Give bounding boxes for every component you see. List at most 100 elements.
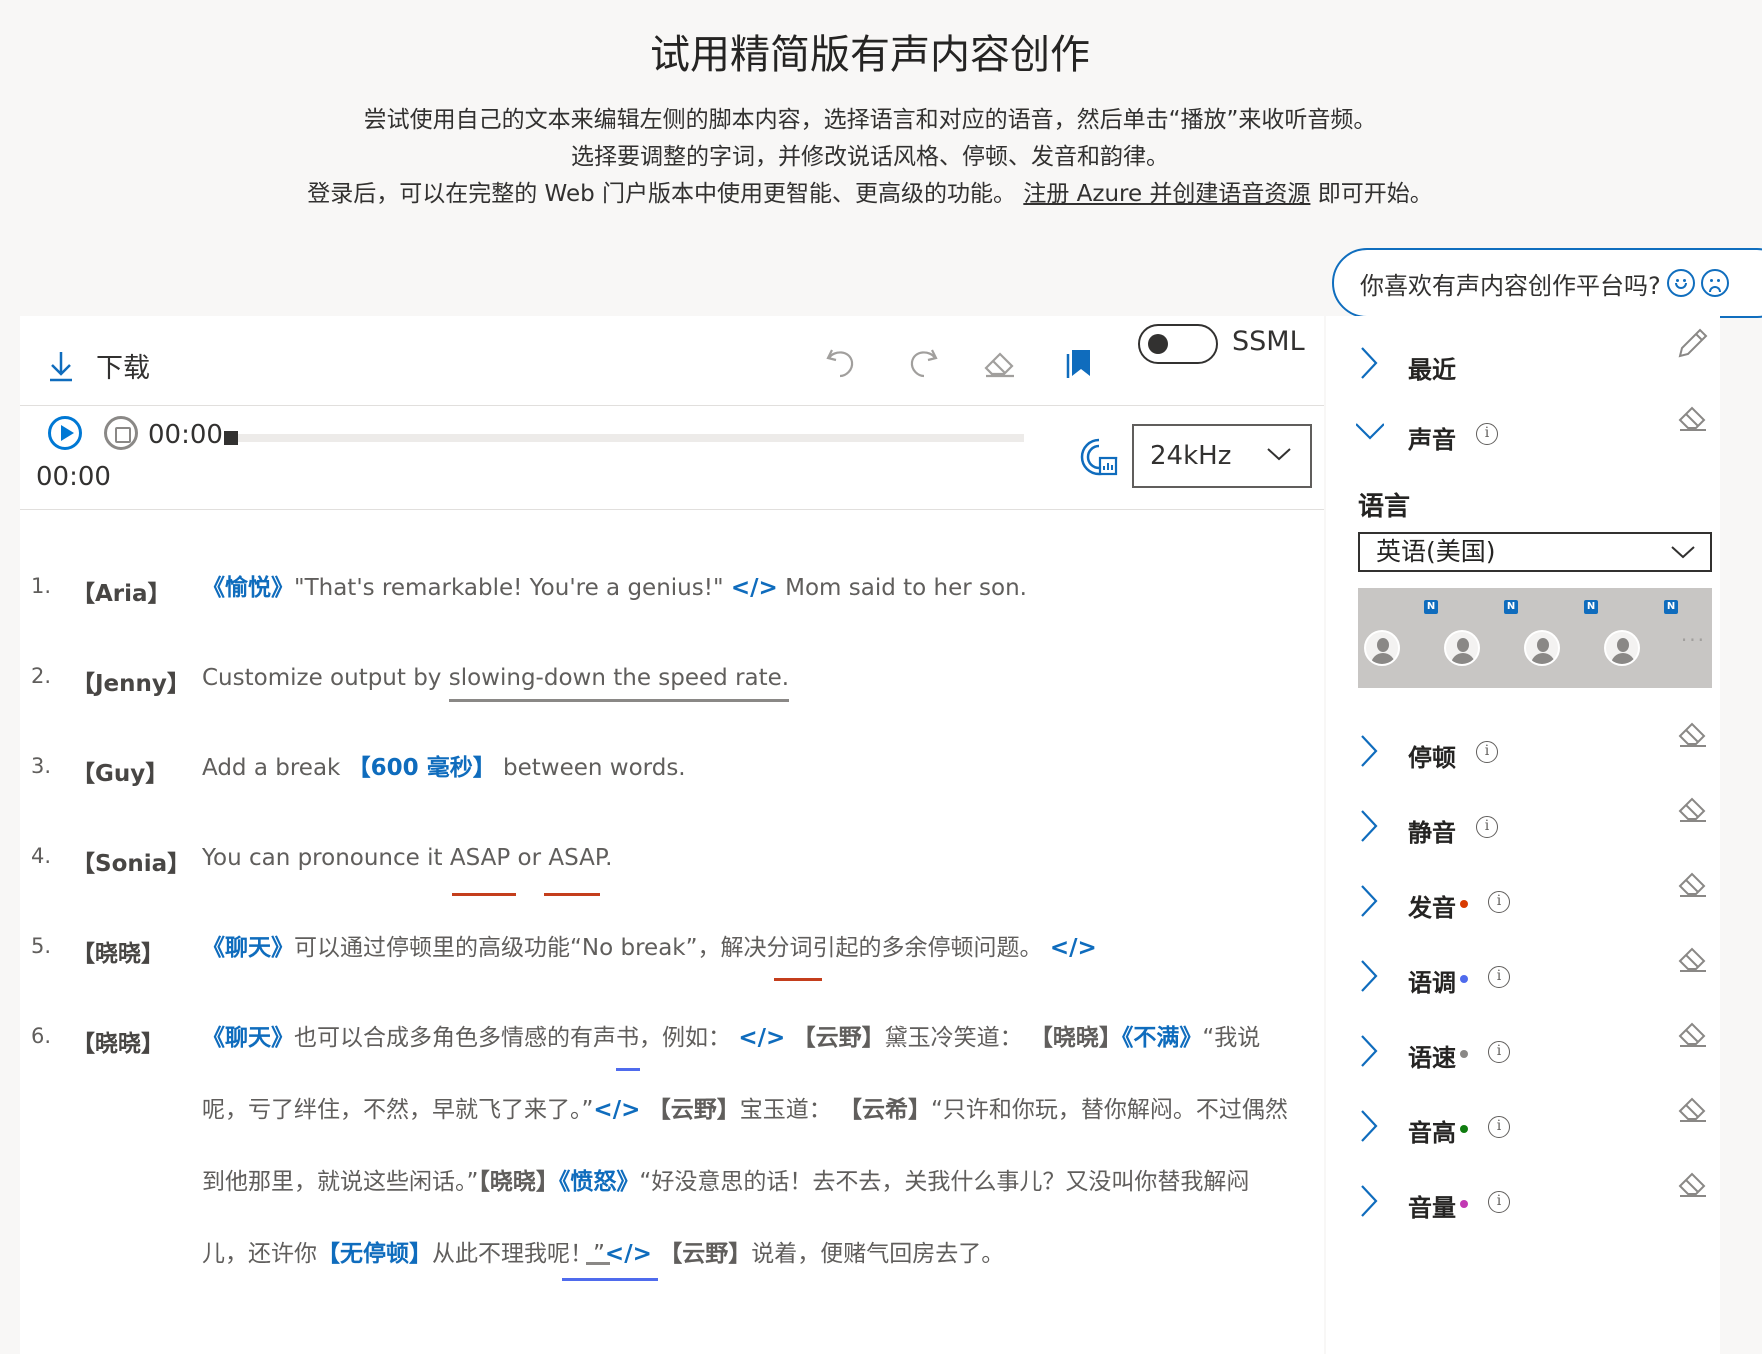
- line-text[interactable]: Customize output by: [202, 665, 449, 691]
- speaker-tag[interactable]: 【Aria】: [72, 574, 171, 608]
- section-6[interactable]: 音量 i: [1326, 1172, 1720, 1226]
- voice-avatar[interactable]: [1444, 630, 1480, 666]
- script-lines[interactable]: 1. 【Aria】 《愉悦》"That's remarkable! You're…: [20, 510, 1324, 1302]
- voice-avatar[interactable]: [1604, 630, 1640, 666]
- no-break-tag[interactable]: 【无停顿】: [317, 1241, 432, 1267]
- section-3[interactable]: 语调 i: [1326, 947, 1720, 1001]
- voice-avatar[interactable]: [1524, 630, 1560, 666]
- break-tag[interactable]: 【600 毫秒】: [348, 755, 496, 781]
- speaker-tag[interactable]: 【云野】: [659, 1241, 751, 1267]
- eraser-icon[interactable]: [1676, 1164, 1710, 1198]
- info-icon[interactable]: i: [1476, 816, 1498, 838]
- line-text[interactable]: 说着，便赌气回房去了。: [751, 1241, 1004, 1267]
- script-line[interactable]: 3. 【Guy】 Add a break 【600 毫秒】 between wo…: [20, 732, 1324, 822]
- sample-rate-select[interactable]: 24kHz: [1132, 424, 1312, 488]
- eraser-icon[interactable]: [1676, 1089, 1710, 1123]
- play-icon[interactable]: [48, 416, 82, 450]
- eraser-icon[interactable]: [1676, 1014, 1710, 1048]
- rate-marked-text[interactable]: slowing-down the speed rate.: [448, 665, 790, 702]
- bookmark-icon[interactable]: [1062, 344, 1098, 380]
- style-tag[interactable]: 《不满》: [1122, 1025, 1203, 1051]
- info-icon[interactable]: i: [1488, 891, 1510, 913]
- info-icon[interactable]: i: [1488, 1191, 1510, 1213]
- playback-progress[interactable]: [224, 431, 1024, 445]
- pencil-icon[interactable]: [1676, 326, 1710, 360]
- eraser-icon[interactable]: [982, 344, 1018, 380]
- line-text[interactable]: 黛玉冷笑道：: [885, 1025, 1023, 1051]
- eraser-icon[interactable]: [1676, 864, 1710, 898]
- speaker-tag[interactable]: 【云希】: [839, 1097, 931, 1123]
- speaker-tag[interactable]: 【Guy】: [72, 754, 168, 788]
- line-content[interactable]: 《愉悦》"That's remarkable! You're a genius!…: [202, 552, 1294, 624]
- section-recent[interactable]: 最近: [1326, 328, 1720, 388]
- section-0[interactable]: 停顿 i: [1326, 722, 1720, 776]
- voice-avatar[interactable]: [1364, 630, 1400, 666]
- pronunciation-mark[interactable]: [544, 893, 600, 896]
- tag-close[interactable]: </>: [605, 1241, 652, 1267]
- section-4[interactable]: 语速 i: [1326, 1022, 1720, 1076]
- line-text[interactable]: "That's remarkable! You're a genius!": [294, 575, 724, 601]
- script-line[interactable]: 4. 【Sonia】 You can pronounce it ASAP or …: [20, 822, 1324, 912]
- pronunciation-mark[interactable]: [452, 893, 516, 896]
- eraser-icon[interactable]: [1676, 714, 1710, 748]
- line-content[interactable]: 《聊天》可以通过停顿里的高级功能“No break”，解决分词引起的多余停顿问题…: [202, 912, 1294, 984]
- language-select[interactable]: 英语(美国): [1358, 532, 1712, 572]
- voice-gallery[interactable]: N N N N ···: [1358, 588, 1712, 688]
- ssml-toggle[interactable]: [1138, 324, 1218, 364]
- line-content[interactable]: You can pronounce it ASAP or ASAP.: [202, 822, 1294, 894]
- more-icon[interactable]: ···: [1681, 628, 1706, 652]
- info-icon[interactable]: i: [1476, 423, 1498, 445]
- style-tag[interactable]: 《愉悦》: [202, 575, 294, 601]
- speaker-tag[interactable]: 【晓晓】: [72, 1024, 164, 1058]
- tag-close[interactable]: </>: [1050, 935, 1097, 961]
- frown-icon[interactable]: [1700, 269, 1729, 297]
- line-text[interactable]: Mom said to her son.: [785, 575, 1027, 601]
- redo-icon[interactable]: [904, 344, 940, 380]
- stop-icon[interactable]: [104, 416, 138, 450]
- line-text[interactable]: 宝玉道：: [740, 1097, 832, 1123]
- speaker-tag[interactable]: 【Jenny】: [72, 664, 190, 698]
- eraser-icon[interactable]: [1676, 939, 1710, 973]
- line-content[interactable]: 《聊天》也可以合成多角色多情感的有声书，例如： </> 【云野】黛玉冷笑道： 【…: [202, 1002, 1294, 1290]
- smile-icon[interactable]: [1666, 269, 1695, 297]
- tag-close[interactable]: </>: [738, 1025, 785, 1051]
- section-5[interactable]: 音高 i: [1326, 1097, 1720, 1151]
- script-line[interactable]: 1. 【Aria】 《愉悦》"That's remarkable! You're…: [20, 552, 1324, 642]
- speaker-tag[interactable]: 【晓晓】: [478, 1169, 559, 1195]
- line-text[interactable]: 可以通过停顿里的高级功能“No break”，解决分词引起的多余停顿问题。: [294, 935, 1043, 961]
- section-2[interactable]: 发音 i: [1326, 872, 1720, 926]
- progress-thumb[interactable]: [224, 431, 238, 445]
- eraser-icon[interactable]: [1676, 789, 1710, 823]
- line-text[interactable]: 从此不理我呢！”: [432, 1241, 605, 1267]
- tag-close[interactable]: </>: [593, 1097, 640, 1123]
- line-text[interactable]: Add a break: [202, 755, 348, 781]
- script-line[interactable]: 5. 【晓晓】 《聊天》可以通过停顿里的高级功能“No break”，解决分词引…: [20, 912, 1324, 1002]
- script-line[interactable]: 2. 【Jenny】 Customize output by slowing-d…: [20, 642, 1324, 732]
- info-icon[interactable]: i: [1488, 966, 1510, 988]
- speaker-tag[interactable]: 【Sonia】: [72, 844, 190, 878]
- pronunciation-mark[interactable]: [774, 978, 822, 981]
- style-tag[interactable]: 《愤怒》: [559, 1169, 640, 1195]
- speaker-tag[interactable]: 【晓晓】: [72, 934, 164, 968]
- tag-close[interactable]: </>: [731, 575, 778, 601]
- eraser-icon[interactable]: [1676, 398, 1710, 432]
- download-button[interactable]: 下载: [48, 346, 150, 385]
- info-icon[interactable]: i: [1488, 1116, 1510, 1138]
- script-line[interactable]: 6. 【晓晓】 《聊天》也可以合成多角色多情感的有声书，例如： </> 【云野】…: [20, 1002, 1324, 1302]
- section-voice[interactable]: 声音 i: [1326, 406, 1720, 458]
- intonation-mark[interactable]: [562, 1278, 658, 1281]
- line-content[interactable]: Add a break 【600 毫秒】 between words.: [202, 732, 1294, 804]
- style-tag[interactable]: 《聊天》: [202, 935, 294, 961]
- audio-quality-icon[interactable]: [1078, 436, 1120, 478]
- info-icon[interactable]: i: [1476, 741, 1498, 763]
- section-1[interactable]: 静音 i: [1326, 797, 1720, 851]
- style-tag[interactable]: 《聊天》: [202, 1025, 294, 1051]
- line-content[interactable]: Customize output by slowing-down the spe…: [202, 642, 1294, 714]
- line-text[interactable]: between words.: [496, 755, 686, 781]
- info-icon[interactable]: i: [1488, 1041, 1510, 1063]
- line-text[interactable]: 也可以合成多角色多情感的有声书，例如：: [294, 1025, 731, 1051]
- intonation-mark[interactable]: [616, 1068, 640, 1071]
- line-text[interactable]: You can pronounce it ASAP or ASAP.: [202, 845, 612, 871]
- speaker-tag[interactable]: 【云野】: [648, 1097, 740, 1123]
- speaker-tag[interactable]: 【云野】: [793, 1025, 885, 1051]
